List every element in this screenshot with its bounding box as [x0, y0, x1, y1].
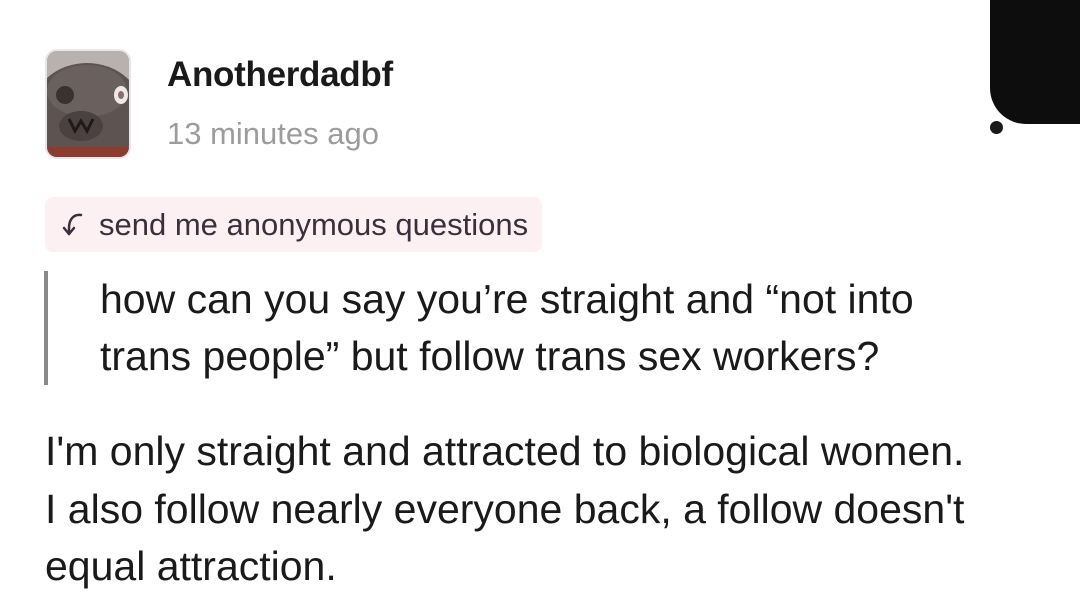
ask-link-chip[interactable]: send me anonymous questions: [45, 197, 543, 252]
avatar[interactable]: [45, 49, 131, 159]
more-options-icon[interactable]: [990, 121, 1003, 134]
ask-link-label: send me anonymous questions: [99, 206, 529, 242]
curved-arrow-icon: [61, 212, 85, 238]
post-card: Anotherdadbf 13 minutes ago send me anon…: [0, 0, 1080, 607]
post-timestamp: 13 minutes ago: [167, 116, 379, 151]
asked-question: how can you say you’re straight and “not…: [44, 271, 1004, 385]
seal-avatar-icon: [47, 51, 129, 157]
header-menu-shape: [990, 0, 1080, 124]
answer-text: I'm only straight and attracted to biolo…: [45, 428, 965, 589]
author-name[interactable]: Anotherdadbf: [167, 55, 393, 95]
